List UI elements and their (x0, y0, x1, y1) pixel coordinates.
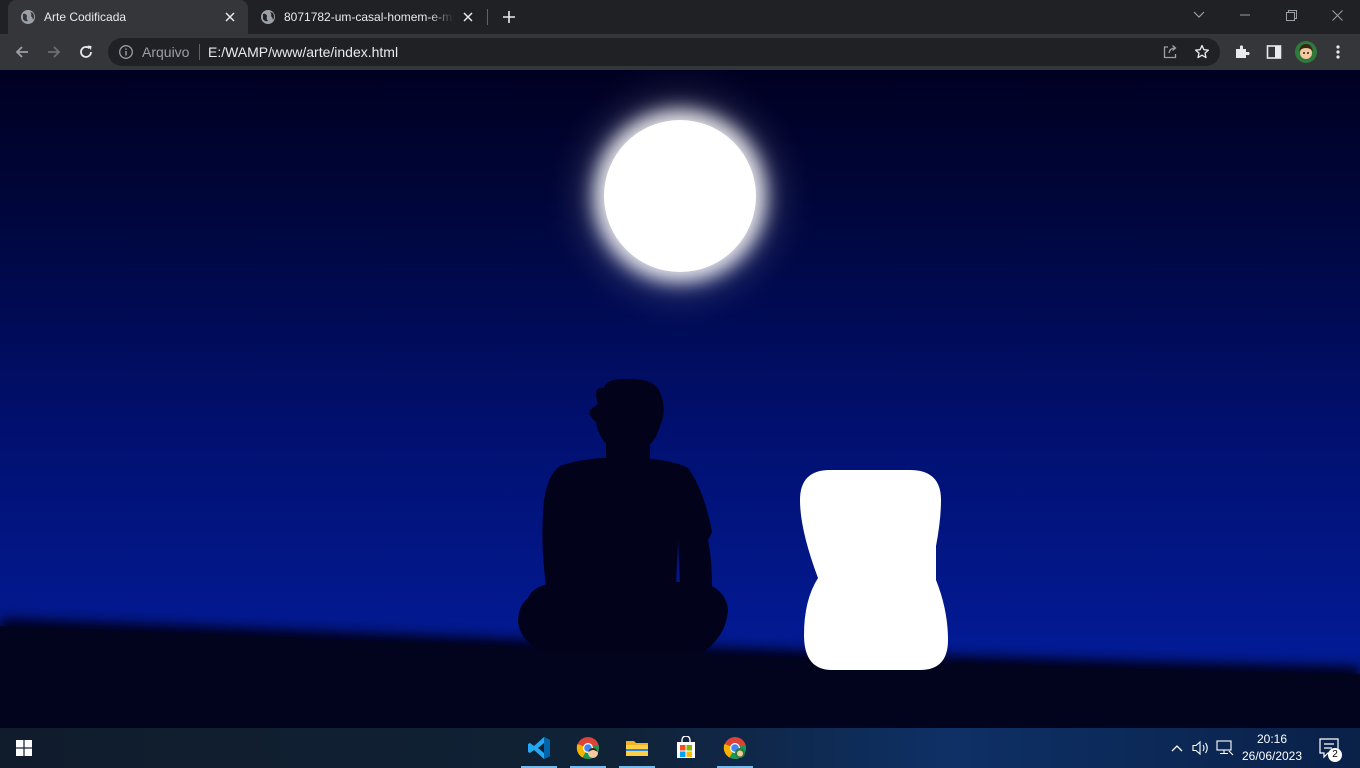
taskbar-app-vscode[interactable] (519, 728, 559, 768)
network-button[interactable] (1215, 738, 1235, 758)
minimize-button[interactable] (1222, 0, 1268, 30)
side-panel-button[interactable] (1264, 42, 1284, 62)
clock-date: 26/06/2023 (1241, 749, 1303, 763)
security-label: Arquivo (142, 44, 190, 60)
tab-title: Arte Codificada (44, 10, 127, 24)
arrow-left-icon (15, 46, 28, 58)
plus-icon (503, 11, 515, 23)
forward-button[interactable] (42, 40, 66, 64)
chevron-down-icon (1193, 11, 1205, 18)
tab-strip: Arte Codificada 8071782-um-casal-homem-e… (0, 0, 1360, 34)
page-viewport (0, 70, 1360, 728)
taskbar-clock[interactable]: 20:16 26/06/2023 (1236, 731, 1308, 765)
woman-placeholder-shape (800, 470, 948, 670)
new-tab-button[interactable] (498, 6, 520, 28)
address-separator (199, 44, 200, 60)
tab-casal-image[interactable]: 8071782-um-casal-homem-e-mulher (248, 0, 486, 34)
extensions-button[interactable] (1232, 42, 1252, 62)
chrome-profile-icon (723, 737, 746, 759)
chrome-icon (576, 737, 599, 759)
arrow-right-icon (48, 46, 61, 58)
back-button[interactable] (10, 40, 34, 64)
start-button[interactable] (0, 728, 48, 768)
taskbar-app-file-explorer[interactable] (617, 728, 657, 768)
chevron-up-icon (1171, 745, 1183, 752)
tab-separator (487, 9, 488, 25)
close-window-button[interactable] (1314, 0, 1360, 30)
address-bar[interactable]: Arquivo E:/WAMP/www/arte/index.html (108, 38, 1220, 66)
network-icon (1216, 740, 1234, 756)
puzzle-icon (1236, 45, 1250, 58)
notification-count-badge: 2 (1328, 748, 1342, 762)
bookmark-star-icon[interactable] (1194, 44, 1210, 60)
minimize-icon (1240, 14, 1250, 16)
taskbar-app-chrome[interactable] (568, 728, 608, 768)
vscode-icon (528, 737, 550, 759)
file-explorer-icon (626, 741, 648, 756)
kebab-menu-icon (1336, 45, 1340, 59)
show-hidden-icons-button[interactable] (1167, 738, 1187, 758)
share-icon[interactable] (1162, 44, 1178, 60)
close-icon (1331, 9, 1343, 21)
microsoft-store-icon (677, 736, 695, 758)
close-tab-icon[interactable] (460, 9, 476, 25)
close-tab-icon[interactable] (222, 9, 238, 25)
speaker-icon (1192, 740, 1208, 756)
taskbar-app-microsoft-store[interactable] (666, 728, 706, 768)
tab-search-button[interactable] (1176, 0, 1222, 30)
reload-icon (80, 45, 92, 58)
browser-toolbar: Arquivo E:/WAMP/www/arte/index.html (0, 34, 1360, 70)
reload-button[interactable] (74, 40, 98, 64)
restore-button[interactable] (1268, 0, 1314, 30)
tab-arte-codificada[interactable]: Arte Codificada (8, 0, 248, 34)
menu-button[interactable] (1328, 42, 1348, 62)
info-icon[interactable] (118, 44, 134, 60)
tab-title: 8071782-um-casal-homem-e-mulher (284, 10, 454, 24)
globe-icon (261, 10, 275, 24)
windows-logo-icon (16, 740, 32, 756)
volume-button[interactable] (1191, 738, 1211, 758)
side-panel-icon (1266, 45, 1282, 59)
clock-time: 20:16 (1256, 732, 1288, 746)
restore-icon (1285, 9, 1297, 21)
taskbar-app-chrome-profile[interactable] (715, 728, 755, 768)
profile-avatar[interactable] (1295, 41, 1317, 63)
globe-icon (21, 10, 35, 24)
url-text[interactable]: E:/WAMP/www/arte/index.html (208, 44, 398, 60)
windows-taskbar: 20:16 26/06/2023 2 (0, 728, 1360, 768)
